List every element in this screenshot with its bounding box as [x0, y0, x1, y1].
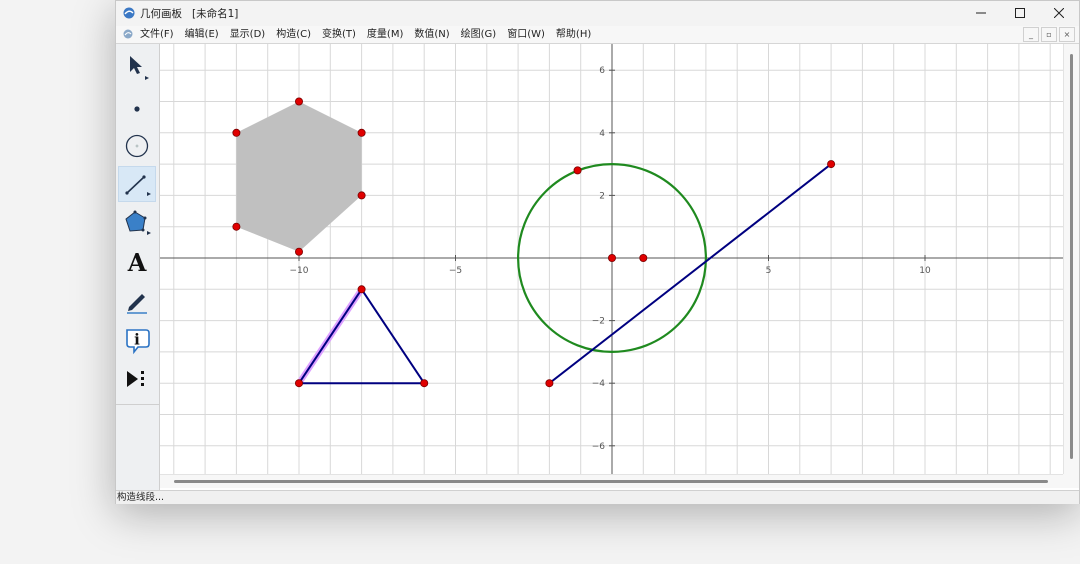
circle-radius-point[interactable]: [573, 166, 582, 175]
doc-restore-button[interactable]: ▫: [1041, 27, 1057, 42]
triangle-vertex-point[interactable]: [357, 285, 366, 294]
close-button[interactable]: [1040, 1, 1078, 26]
line-icon: [125, 175, 151, 196]
segment-endpoint[interactable]: [827, 160, 836, 169]
info-icon: i: [126, 329, 150, 355]
menu-item-2[interactable]: 显示(D): [230, 27, 266, 42]
doc-minimize-button[interactable]: _: [1023, 27, 1039, 42]
text-tool[interactable]: A: [118, 244, 156, 280]
compass-tool[interactable]: [118, 127, 156, 163]
hexagon-vertex-point[interactable]: [357, 191, 366, 200]
hexagon-vertex-point[interactable]: [357, 128, 366, 137]
play-icon: [127, 371, 144, 387]
title-bar[interactable]: 几何画板 [未命名1]: [116, 1, 1079, 26]
menu-item-0[interactable]: 文件(F): [140, 27, 174, 42]
menu-item-7[interactable]: 绘图(G): [461, 27, 497, 42]
status-bar: 构造线段...: [116, 490, 1079, 504]
marker-tool[interactable]: [118, 283, 156, 319]
y-tick-label: 6: [599, 66, 605, 76]
menu-item-8[interactable]: 窗口(W): [507, 27, 545, 42]
coordinate-plane[interactable]: −10 −5 5 10 6 4 2 −2 −4 −6: [160, 44, 1063, 474]
hexagon-interior[interactable]: [236, 101, 362, 252]
text-tool-glyph: A: [127, 248, 147, 277]
segment-endpoint[interactable]: [545, 379, 554, 388]
y-tick-label: −6: [592, 442, 606, 452]
hexagon-vertex-point[interactable]: [232, 222, 241, 231]
status-text: 构造线段...: [117, 492, 165, 503]
triangle-vertex-point[interactable]: [294, 379, 303, 388]
menu-item-4[interactable]: 变换(T): [322, 27, 356, 42]
x-tick-label: 10: [919, 266, 931, 276]
menu-bar: 文件(F) 编辑(E) 显示(D) 构造(C) 变换(T) 度量(M) 数值(N) 绘图(G)…: [116, 26, 1079, 44]
y-tick-label: −2: [592, 317, 605, 327]
menu-item-1[interactable]: 编辑(E): [185, 27, 219, 42]
letter-a-icon: A: [127, 248, 147, 277]
hexagon-vertex-point[interactable]: [232, 128, 241, 137]
segment[interactable]: [548, 163, 832, 384]
triangle-vertex-point[interactable]: [420, 379, 429, 388]
straightedge-tool[interactable]: [118, 166, 156, 202]
x-tick-label: 5: [766, 266, 772, 276]
info-tool-glyph: i: [134, 331, 140, 349]
hexagon-vertex-point[interactable]: [294, 97, 303, 106]
pen-icon: [127, 294, 147, 314]
maximize-icon: [1015, 8, 1025, 18]
y-tick-label: −4: [592, 379, 606, 389]
x-tick-label: −5: [449, 266, 462, 276]
information-tool[interactable]: i: [118, 322, 156, 358]
app-window: 几何画板 [未命名1] 文件(F) 编辑(E) 显示(D) 构造(C) 变换(T) 度量(…: [115, 0, 1080, 504]
window-title: 几何画板 [未命名1]: [140, 8, 239, 20]
y-tick-label: 2: [599, 191, 605, 201]
toolbox-separator: [116, 404, 159, 405]
y-tick-label: 4: [599, 129, 605, 139]
maximize-button[interactable]: [1001, 1, 1039, 26]
arrow-icon: [130, 56, 149, 80]
menu-item-3[interactable]: 构造(C): [276, 27, 311, 42]
close-icon: [1054, 8, 1064, 18]
vertical-scroll-thumb[interactable]: [1070, 54, 1073, 459]
circle-icon: [125, 134, 149, 158]
menu-item-5[interactable]: 度量(M): [367, 27, 403, 42]
hexagon-vertex-point[interactable]: [294, 247, 303, 256]
document-icon[interactable]: [123, 29, 133, 39]
polygon-tool[interactable]: [118, 205, 156, 241]
toolbox: A i: [116, 44, 160, 491]
arrow-tool[interactable]: [118, 49, 156, 85]
point-icon: [134, 106, 140, 112]
menu-item-9[interactable]: 帮助(H): [556, 27, 591, 42]
resize-grip[interactable]: [1063, 474, 1079, 488]
menu-items: 文件(F) 编辑(E) 显示(D) 构造(C) 变换(T) 度量(M) 数值(N) 绘图(G)…: [140, 27, 591, 42]
menu-item-6[interactable]: 数值(N): [414, 27, 449, 42]
minimize-icon: [976, 12, 986, 14]
point-tool[interactable]: [118, 88, 156, 124]
horizontal-scrollbar[interactable]: [160, 474, 1063, 488]
minimize-button[interactable]: [962, 1, 1000, 26]
app-icon: [123, 7, 135, 19]
vertical-scrollbar[interactable]: [1063, 44, 1079, 474]
document-window-controls: _ ▫ ×: [1023, 27, 1075, 42]
sketch-canvas[interactable]: −10 −5 5 10 6 4 2 −2 −4 −6: [160, 44, 1063, 474]
circle-center-point[interactable]: [607, 253, 616, 262]
horizontal-scroll-thumb[interactable]: [174, 480, 1048, 483]
x-tick-label: −10: [290, 266, 309, 276]
free-point[interactable]: [639, 253, 648, 262]
custom-tool[interactable]: [118, 361, 156, 397]
pentagon-icon: [125, 210, 151, 235]
doc-close-button[interactable]: ×: [1059, 27, 1075, 42]
